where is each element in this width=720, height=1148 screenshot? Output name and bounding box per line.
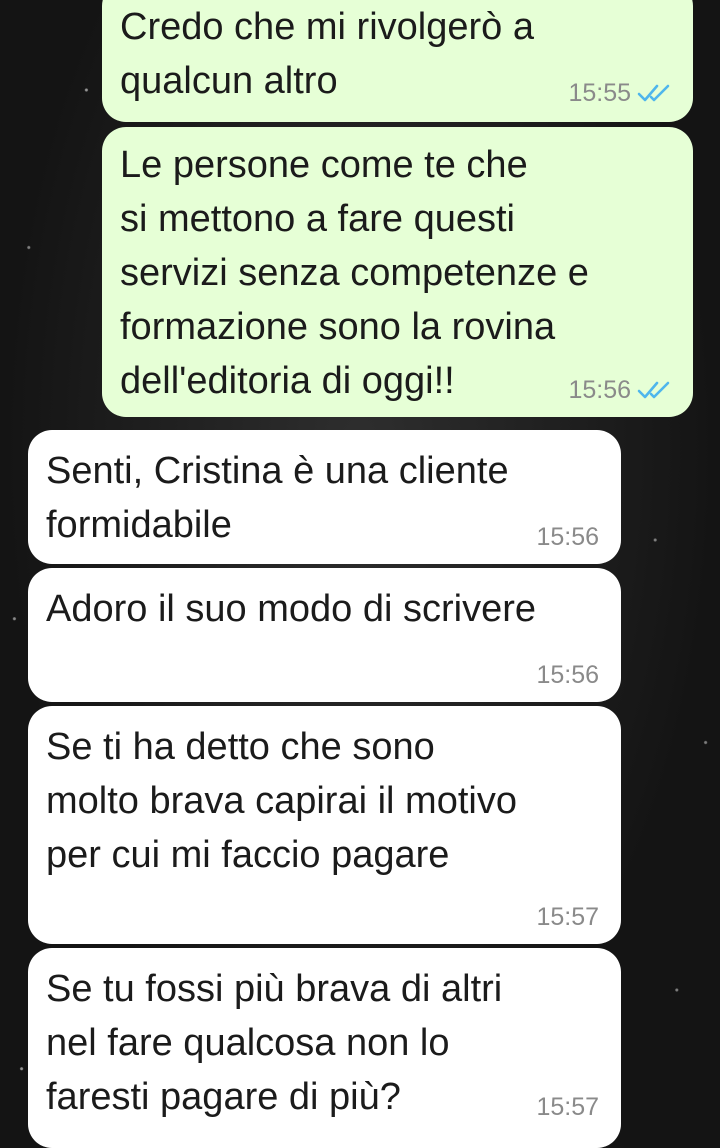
message-meta: 15:56 [536,522,599,552]
message-meta: 15:55 [568,78,671,108]
message-time: 15:56 [536,661,599,689]
message-bubble-outgoing[interactable]: Credo che mi rivolgerò a qualcun altro 1… [102,0,693,122]
message-time: 15:57 [536,903,599,931]
message-bubble-incoming[interactable]: Senti, Cristina è una cliente formidabil… [28,430,621,564]
message-time: 15:56 [536,523,599,551]
message-meta: 15:57 [536,1092,599,1122]
message-text: Senti, Cristina è una cliente formidabil… [46,450,509,546]
message-meta: 15:56 [568,375,671,405]
message-text: Le persone come te che si mettono a fare… [120,144,589,402]
double-check-read-icon [637,381,670,399]
message-time: 15:56 [568,376,631,404]
message-bubble-incoming[interactable]: Adoro il suo modo di scrivere 15:56 [28,568,621,702]
message-text: Se ti ha detto che sono molto brava capi… [46,726,517,876]
message-meta: 15:57 [536,902,599,932]
message-meta: 15:56 [536,660,599,690]
chat-area: Credo che mi rivolgerò a qualcun altro 1… [0,0,720,1148]
message-time: 15:55 [568,79,631,107]
message-text: Se tu fossi più brava di altri nel fare … [46,968,503,1118]
message-bubble-incoming[interactable]: Se ti ha detto che sono molto brava capi… [28,706,621,944]
message-time: 15:57 [536,1093,599,1121]
double-check-read-icon [637,84,670,102]
message-bubble-outgoing[interactable]: Le persone come te che si mettono a fare… [102,127,693,417]
message-text: Adoro il suo modo di scrivere [46,588,536,630]
message-bubble-incoming[interactable]: Se tu fossi più brava di altri nel fare … [28,948,621,1148]
